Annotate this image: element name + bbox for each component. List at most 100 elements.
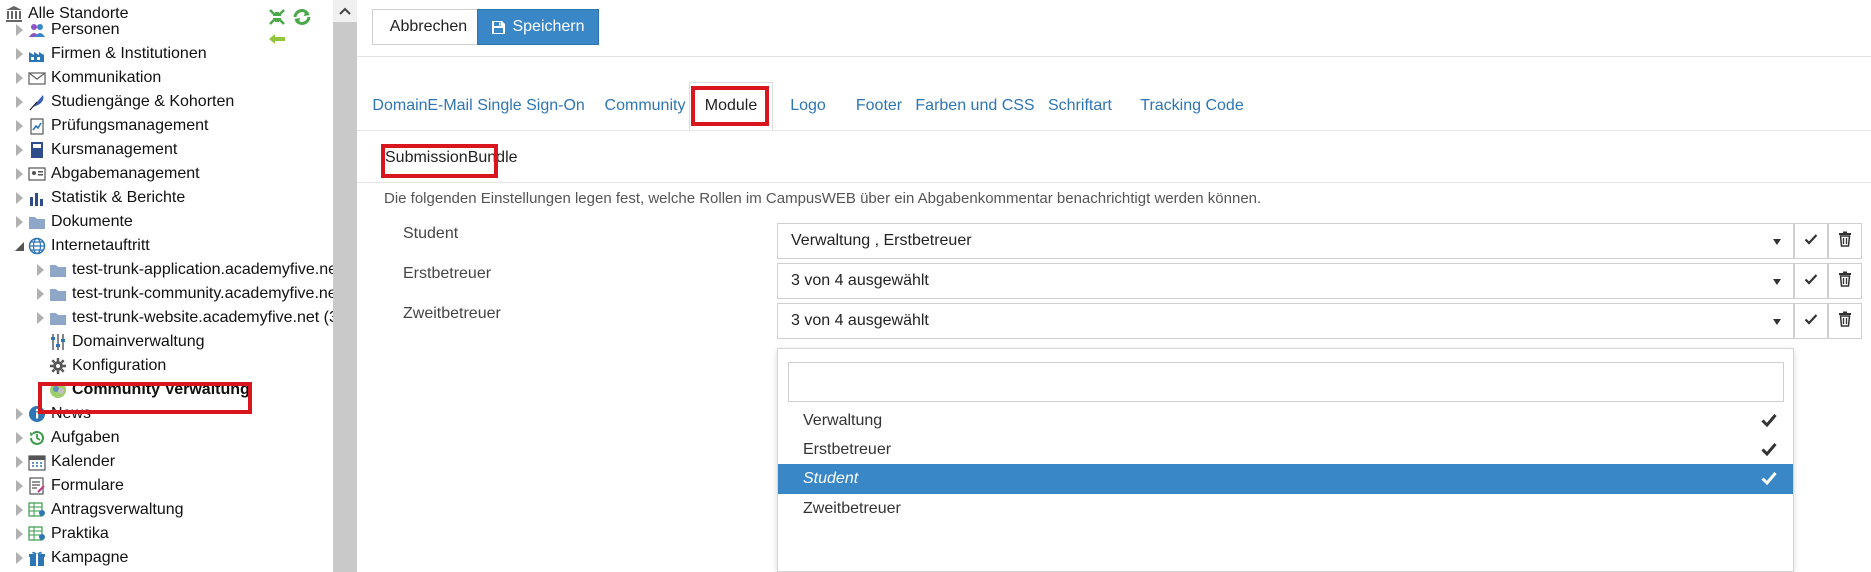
tree-item-label: Dokumente [51, 213, 133, 230]
delete-button[interactable] [1828, 303, 1862, 339]
checkmark-icon [1761, 413, 1777, 432]
caret-right-icon[interactable] [32, 306, 48, 330]
delete-button[interactable] [1828, 263, 1862, 299]
tree-item-label: Studiengänge & Kohorten [51, 93, 235, 110]
tab-label: E-Mail [427, 97, 473, 114]
dropdown-option-label: Zweitbetreuer [803, 500, 901, 517]
back-arrow-icon[interactable] [268, 32, 286, 51]
tree-item[interactable]: Aufgaben [11, 426, 120, 450]
folder-icon [48, 260, 68, 280]
dropdown-search-input[interactable] [788, 362, 1784, 402]
tab-footer[interactable]: Footer [842, 82, 916, 130]
field-label: Erstbetreuer [403, 265, 492, 282]
tree-item-label: Internetauftritt [51, 237, 150, 254]
folder-icon [48, 308, 68, 328]
tree-item[interactable]: Kalender [11, 450, 115, 474]
expand-icon[interactable] [268, 8, 286, 31]
tree-item[interactable]: Studiengänge & Kohorten [11, 90, 234, 114]
role-select-value: 3 von 4 ausgewählt [791, 312, 929, 329]
tree-item[interactable]: Prüfungsmanagement [11, 114, 208, 138]
caret-right-icon[interactable] [11, 450, 27, 474]
collapse-button[interactable] [333, 0, 357, 22]
apply-button[interactable] [1794, 223, 1828, 259]
caret-right-icon[interactable] [11, 138, 27, 162]
dropdown-option-label: Erstbetreuer [803, 441, 892, 458]
tab-tracking-code[interactable]: Tracking Code [1127, 82, 1257, 130]
tab-single-sign-on[interactable]: Single Sign-On [476, 82, 586, 130]
caret-right-icon[interactable] [32, 282, 48, 306]
tab-schriftart[interactable]: Schriftart [1041, 82, 1119, 130]
tree-item[interactable]: Personen [11, 18, 120, 42]
save-button[interactable]: Speichern [477, 9, 599, 45]
dropdown-option[interactable]: Zweitbetreuer [778, 494, 1793, 524]
tab-label: Logo [790, 97, 826, 114]
apply-button[interactable] [1794, 303, 1828, 339]
caret-right-icon[interactable] [11, 546, 27, 570]
tab-e-mail[interactable]: E-Mail [419, 82, 481, 130]
tree-item[interactable]: test-trunk-community.academyfive.net [32, 282, 333, 306]
caret-right-icon[interactable] [11, 66, 27, 90]
tree-item[interactable]: Domainverwaltung [32, 330, 205, 354]
sidebar-splitter[interactable] [333, 0, 357, 572]
tree-item[interactable]: Internetauftritt [11, 234, 150, 258]
tree-item[interactable]: Kommunikation [11, 66, 161, 90]
caret-right-icon[interactable] [11, 114, 27, 138]
caret-right-icon[interactable] [11, 426, 27, 450]
caret-right-icon[interactable] [11, 474, 27, 498]
tab-label: Single Sign-On [477, 97, 585, 114]
caret-down-icon[interactable] [11, 234, 27, 258]
tab-community[interactable]: Community [589, 82, 701, 130]
tree-item[interactable]: Statistik & Berichte [11, 186, 185, 210]
caret-right-icon[interactable] [11, 18, 27, 42]
tree-item[interactable]: Firmen & Institutionen [11, 42, 207, 66]
checkmark-icon [1761, 442, 1777, 461]
field-label: Student [403, 225, 459, 242]
tree-item[interactable]: test-trunk-website.academyfive.net (3) [32, 306, 333, 330]
dropdown-option[interactable]: Erstbetreuer [778, 435, 1793, 465]
folder-icon [27, 212, 47, 232]
caret-right-icon[interactable] [11, 210, 27, 234]
apply-button[interactable] [1794, 263, 1828, 299]
floppy-disk-icon [492, 20, 506, 34]
caret-right-icon [32, 354, 48, 378]
caret-right-icon[interactable] [11, 402, 27, 426]
caret-right-icon[interactable] [11, 42, 27, 66]
tab-farben-und-css[interactable]: Farben und CSS [910, 82, 1040, 130]
tree-item-label: Statistik & Berichte [51, 189, 186, 206]
tree-item[interactable]: Dokumente [11, 210, 133, 234]
tree-item[interactable]: test-trunk-application.academyfive.net [32, 258, 333, 282]
multiselect-dropdown: Verwaltung Erstbetreuer Student Zweitbetreu… [777, 348, 1794, 572]
tree-item[interactable]: Praktika [11, 522, 109, 546]
caret-right-icon[interactable] [11, 186, 27, 210]
tree-item-label: Personen [51, 21, 120, 38]
caret-right-icon[interactable] [11, 162, 27, 186]
selected-item-highlight [38, 382, 252, 414]
envelope-icon [27, 68, 47, 88]
tree-item[interactable]: Abgabemanagement [11, 162, 200, 186]
tree-item-label: Kursmanagement [51, 141, 178, 158]
save-button-label: Speichern [512, 18, 585, 35]
caret-right-icon[interactable] [11, 498, 27, 522]
tree-item[interactable]: Antragsverwaltung [11, 498, 184, 522]
tree-item-label: Aufgaben [51, 429, 120, 446]
trash-icon [1838, 271, 1852, 292]
dropdown-option[interactable]: Verwaltung [778, 406, 1793, 436]
tab-logo[interactable]: Logo [779, 82, 837, 130]
caret-right-icon[interactable] [11, 522, 27, 546]
role-select[interactable]: 3 von 4 ausgewählt [777, 263, 1794, 299]
role-select[interactable]: Verwaltung , Erstbetreuer [777, 223, 1794, 259]
tree-item[interactable]: Kursmanagement [11, 138, 177, 162]
dropdown-option[interactable]: Student [778, 464, 1793, 494]
caret-right-icon[interactable] [32, 258, 48, 282]
tree-item[interactable]: Kampagne [11, 546, 128, 570]
cancel-button[interactable]: Abbrechen [372, 9, 485, 45]
cancel-button-label: Abbrechen [389, 18, 468, 35]
refresh-icon[interactable] [292, 8, 312, 31]
role-select[interactable]: 3 von 4 ausgewählt [777, 303, 1794, 339]
tree-item-label: Kommunikation [51, 69, 162, 86]
tree-item[interactable]: Formulare [11, 474, 124, 498]
dropdown-option-label: Student [803, 470, 859, 487]
caret-right-icon[interactable] [11, 90, 27, 114]
tree-item[interactable]: Konfiguration [32, 354, 166, 378]
delete-button[interactable] [1828, 223, 1862, 259]
